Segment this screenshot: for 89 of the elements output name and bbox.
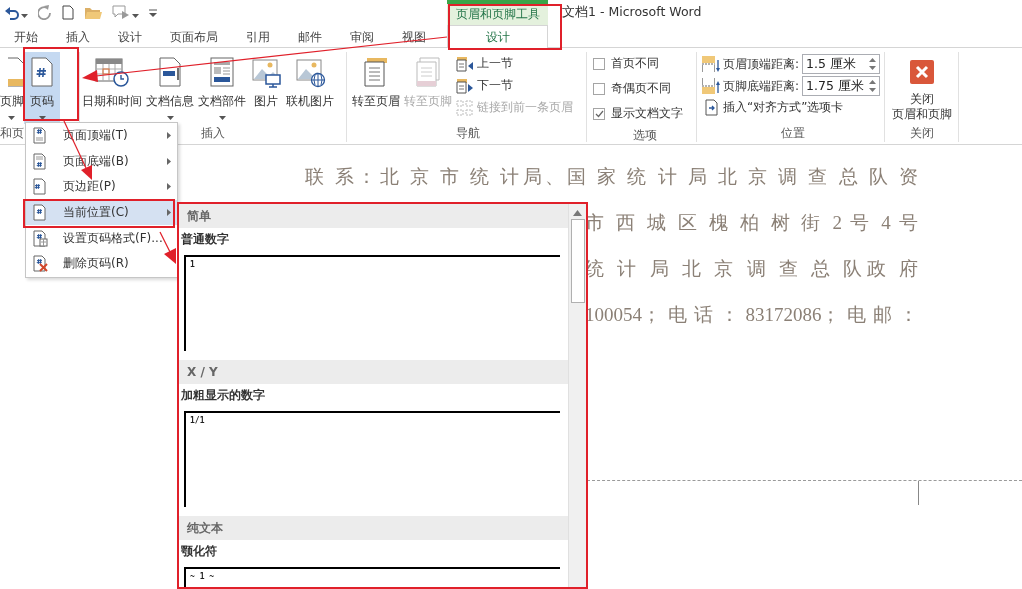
footer-icon — [8, 56, 24, 88]
caret-icon — [21, 13, 28, 18]
menu-item[interactable]: 设置页码格式(F)... — [26, 225, 177, 251]
gallery-item-title: 加粗显示的数字 — [180, 387, 266, 404]
gallery-section-header: 简单 — [179, 204, 568, 228]
menu-item[interactable]: 当前位置(C) — [26, 199, 177, 226]
spin-arrows-icon[interactable] — [869, 79, 877, 93]
picture-icon — [250, 56, 282, 88]
calendar-clock-icon — [94, 56, 130, 88]
group-label: 和页 — [0, 126, 24, 140]
redo-icon — [38, 5, 52, 20]
group-label: 选项 — [632, 128, 657, 142]
ribbon-button[interactable]: 图片 — [248, 52, 284, 124]
gallery-section-header: 纯文本 — [179, 516, 568, 540]
group-label: 关闭 — [909, 126, 934, 140]
delete-page-number-icon — [32, 255, 48, 273]
ribbon-button[interactable]: 文档部件 — [196, 52, 248, 124]
window-title: 文档1 - Microsoft Word — [561, 3, 702, 21]
checkbox[interactable] — [593, 82, 605, 95]
checkbox-label: 首页不同 — [611, 55, 659, 72]
ribbon-button[interactable]: 联机图片 — [284, 52, 336, 124]
group-label: 位置 — [781, 126, 805, 140]
ribbon-button[interactable]: 转至页眉 — [350, 52, 402, 124]
checkbox-label: 奇偶页不同 — [611, 80, 671, 97]
customize-toolbar-button[interactable] — [149, 8, 157, 17]
ribbon-button[interactable]: 上一节 — [454, 54, 575, 73]
page-bottom-icon — [32, 152, 48, 170]
field-label: 页脚底端距离: — [723, 77, 800, 95]
group-label: 插入 — [201, 126, 225, 140]
previous-section-icon — [456, 55, 474, 72]
link-icon — [456, 99, 474, 116]
touch-mode-button[interactable] — [112, 5, 139, 20]
ribbon-tab[interactable]: 审阅 — [336, 25, 388, 48]
gallery-section-header: X / Y — [179, 360, 568, 384]
checkbox[interactable] — [593, 107, 605, 120]
blank-page-icon — [62, 5, 74, 20]
gallery-item-title: 普通数字 — [180, 231, 230, 248]
ribbon-tab[interactable]: 邮件 — [284, 25, 336, 48]
new-document-button[interactable] — [62, 5, 74, 20]
checkbox[interactable] — [593, 57, 605, 70]
contextual-tab-header: 页眉和页脚工具 — [447, 0, 548, 25]
ribbon-tab[interactable]: 页面布局 — [156, 25, 232, 48]
spin-field[interactable]: 1.75 厘米 — [802, 76, 881, 96]
current-position-icon — [32, 204, 48, 222]
ribbon-tab[interactable]: 插入 — [52, 25, 104, 48]
footer-button[interactable]: 页脚 — [0, 52, 24, 124]
next-section-icon — [456, 77, 474, 94]
insert-alignment-tab-button[interactable]: 插入“对齐方式”选项卡 — [702, 98, 881, 117]
caret-icon — [132, 13, 139, 18]
spin-arrows-icon[interactable] — [869, 57, 877, 71]
header-distance-icon — [702, 56, 720, 72]
speech-bubble-icon — [112, 5, 130, 20]
overflow-caret-icon — [149, 8, 157, 17]
menu-item[interactable]: 删除页码(R) — [26, 250, 177, 277]
ribbon-button[interactable]: 下一节 — [454, 76, 575, 95]
scrollbar[interactable] — [568, 204, 586, 588]
ribbon-tab[interactable]: 设计 — [104, 25, 156, 48]
checkbox-label: 显示文档文字 — [611, 105, 683, 122]
spin-field[interactable]: 1.5 厘米 — [802, 54, 881, 74]
redo-button[interactable] — [38, 5, 52, 20]
close-header-footer-button[interactable]: 关闭 页眉和页脚 — [885, 52, 958, 122]
margin-corner-mark — [918, 481, 919, 505]
ribbon-button[interactable]: 文档信息 — [144, 52, 196, 124]
ribbon-tab[interactable]: 引用 — [232, 25, 284, 48]
page-number-preview[interactable]: 1/1 — [184, 411, 560, 507]
close-icon — [909, 60, 934, 84]
page-arrow-icon — [704, 99, 720, 116]
page-number-preview[interactable]: 1 — [184, 255, 560, 351]
page-margin-icon — [32, 178, 48, 196]
folder-icon — [84, 5, 102, 20]
field-label: 页眉顶端距离: — [723, 55, 800, 73]
scroll-up-icon[interactable] — [573, 210, 582, 216]
ribbon-tab[interactable]: 开始 — [0, 25, 52, 48]
document-text-line: 联 系：北 京 市 统 计局、国 家 统 计 局 北 京 调 查 总 队 资 — [305, 165, 918, 189]
ribbon-tab[interactable]: 设计 — [447, 25, 548, 48]
format-page-number-icon — [32, 229, 48, 247]
page-top-icon — [32, 127, 48, 145]
gallery-item-title: 颚化符 — [180, 543, 218, 560]
undo-icon — [5, 5, 19, 20]
page-number-preview[interactable]: ~ 1 ~ — [184, 567, 560, 588]
group-label: 导航 — [456, 126, 480, 140]
online-picture-icon — [294, 56, 326, 88]
footer-distance-icon — [702, 78, 720, 94]
document-text-line: 100054；电话：83172086；电邮： — [585, 303, 918, 327]
undo-button[interactable] — [5, 5, 28, 20]
menu-item[interactable]: 页边距(P) — [26, 174, 177, 200]
document-text-line: 市 西 城 区 槐 柏 树 街 2 号 4 号 — [585, 211, 918, 235]
ribbon-tab[interactable]: 视图 — [388, 25, 440, 48]
scroll-thumb[interactable] — [570, 219, 585, 303]
